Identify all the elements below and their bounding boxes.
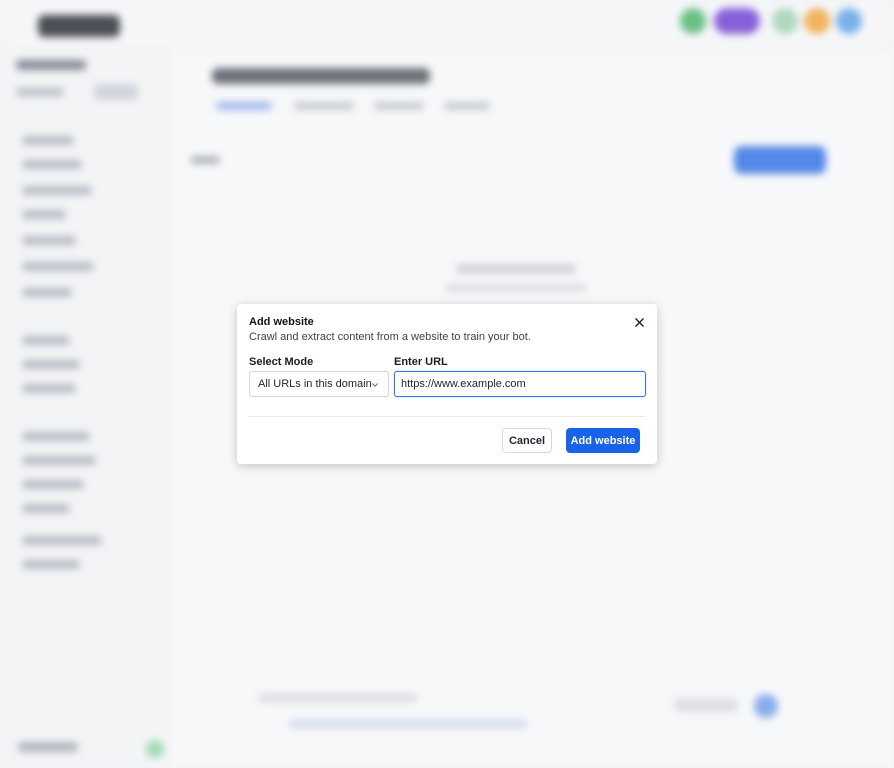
close-button[interactable] xyxy=(631,314,647,330)
chevron-down-icon xyxy=(372,383,378,387)
enter-url-label: Enter URL xyxy=(394,356,448,368)
select-mode-dropdown[interactable]: All URLs in this domain xyxy=(249,371,389,397)
select-mode-label: Select Mode xyxy=(249,356,314,368)
dialog-subtitle: Crawl and extract content from a website… xyxy=(249,331,531,343)
dialog-divider xyxy=(249,416,645,417)
dialog-title: Add website xyxy=(249,316,314,328)
url-input[interactable] xyxy=(394,371,646,397)
add-website-dialog: Add website Crawl and extract content fr… xyxy=(237,304,657,464)
close-icon xyxy=(634,317,644,327)
add-website-button[interactable]: Add website xyxy=(566,428,640,453)
select-mode-value: All URLs in this domain xyxy=(258,378,372,390)
cancel-button[interactable]: Cancel xyxy=(502,428,552,453)
